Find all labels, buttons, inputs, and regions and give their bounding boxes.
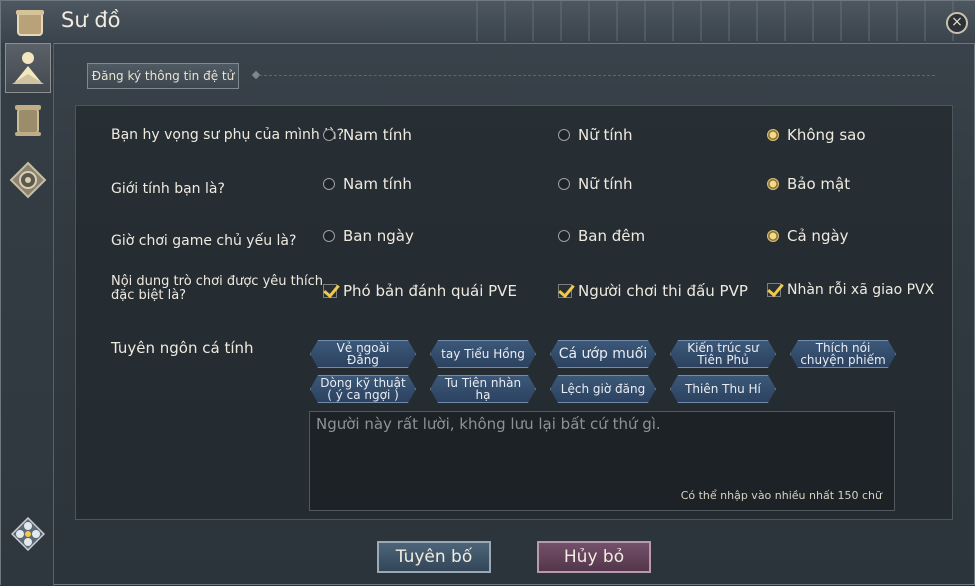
sidebar-item-scroll[interactable] bbox=[5, 95, 51, 145]
radio-circle[interactable] bbox=[323, 230, 335, 242]
checkbox-label: Nhàn rỗi xã giao PVX bbox=[787, 282, 935, 298]
tag-line: Lệch giờ đăng bbox=[560, 382, 646, 396]
window-title: Sư đồ bbox=[61, 8, 121, 32]
dialog-window: Sư đồ × Đăng ký thông tin đệ tử Bạn hy v… bbox=[0, 0, 975, 586]
scroll-icon bbox=[15, 105, 41, 136]
radio-own-private[interactable]: Bảo mật bbox=[767, 175, 850, 193]
tea-cup-icon bbox=[16, 10, 44, 36]
motto-tag[interactable]: Dòng kỹ thuật( ý ca ngợi ) bbox=[310, 375, 416, 403]
tag-line: tay Tiểu Hồng bbox=[441, 347, 525, 361]
radio-label: Cả ngày bbox=[787, 227, 849, 245]
sidebar-item-master-disciple[interactable] bbox=[5, 43, 51, 93]
motto-tag[interactable]: Lệch giờ đăng bbox=[550, 375, 656, 403]
motto-tag[interactable]: Thích nói chuyện phiếm bbox=[790, 340, 896, 368]
radio-label: Không sao bbox=[787, 126, 866, 144]
sidebar bbox=[1, 43, 54, 586]
tag-line: Đẳng bbox=[347, 353, 379, 367]
radio-time-day[interactable]: Ban ngày bbox=[323, 227, 414, 245]
tag-line: hạ bbox=[475, 388, 491, 402]
checkbox-pvp[interactable]: Người chơi thi đấu PVP bbox=[558, 282, 748, 300]
question-own-gender-label: Giới tính bạn là? bbox=[111, 181, 225, 197]
radio-circle-selected[interactable] bbox=[767, 230, 779, 242]
preference-label-line-2: đặc biệt là? bbox=[111, 288, 187, 303]
radio-label: Nữ tính bbox=[578, 126, 633, 144]
radio-master-any[interactable]: Không sao bbox=[767, 126, 866, 144]
radio-own-female[interactable]: Nữ tính bbox=[558, 175, 633, 193]
sidebar-item-settings[interactable] bbox=[5, 509, 51, 559]
radio-circle[interactable] bbox=[558, 230, 570, 242]
radio-circle-selected[interactable] bbox=[767, 178, 779, 190]
motto-textarea[interactable]: Người này rất lười, không lưu lại bất cứ… bbox=[309, 411, 895, 511]
declare-button[interactable]: Tuyên bố bbox=[377, 541, 491, 573]
radio-label: Bảo mật bbox=[787, 175, 851, 193]
preference-label-line-1: Nội dung trò chơi được yêu thích bbox=[111, 274, 323, 289]
tag-line: Thiên Thu Hí bbox=[685, 382, 761, 396]
motto-label: Tuyên ngôn cá tính bbox=[111, 339, 254, 357]
section-divider-line bbox=[259, 75, 935, 76]
radio-circle[interactable] bbox=[323, 129, 335, 141]
title-bar[interactable]: Sư đồ × bbox=[1, 1, 975, 44]
sidebar-item-emblem[interactable] bbox=[5, 155, 51, 205]
motto-placeholder: Người này rất lười, không lưu lại bất cứ… bbox=[316, 415, 661, 433]
radio-circle[interactable] bbox=[558, 178, 570, 190]
section-tab[interactable]: Đăng ký thông tin đệ tử bbox=[87, 63, 239, 89]
radio-label: Ban ngày bbox=[343, 227, 414, 245]
motto-tag[interactable]: Cá ướp muối bbox=[550, 340, 656, 368]
checkbox-pve[interactable]: Phó bản đánh quái PVE bbox=[323, 282, 517, 300]
motto-tag[interactable]: Vẻ ngoài Đẳng bbox=[310, 340, 416, 368]
tag-line: ( ý ca ngợi ) bbox=[327, 388, 399, 402]
question-play-time-label: Giờ chơi game chủ yếu là? bbox=[111, 233, 297, 249]
checkbox-pvx[interactable]: Nhàn rỗi xã giao PVX bbox=[767, 282, 934, 298]
tag-line: Cá ướp muối bbox=[558, 346, 648, 362]
radio-label: Nữ tính bbox=[578, 175, 633, 193]
radio-label: Ban đêm bbox=[578, 227, 646, 245]
radio-time-night[interactable]: Ban đêm bbox=[558, 227, 645, 245]
settings-flower-icon bbox=[11, 517, 45, 551]
emblem-icon bbox=[9, 161, 47, 199]
motto-tag[interactable]: tay Tiểu Hồng bbox=[430, 340, 536, 368]
tag-line: chuyện phiếm bbox=[800, 353, 886, 367]
question-master-gender-label: Bạn hy vọng sư phụ của mình là? bbox=[111, 127, 345, 143]
character-limit-text: Có thể nhập vào nhiều nhất 150 chữ bbox=[680, 489, 882, 502]
radio-master-male[interactable]: Nam tính bbox=[323, 126, 412, 144]
motto-tag[interactable]: Kiến trúc sư Tiên Phủ bbox=[670, 340, 776, 368]
radio-own-male[interactable]: Nam tính bbox=[323, 175, 412, 193]
radio-circle[interactable] bbox=[558, 129, 570, 141]
tag-line: Tiên Phủ bbox=[697, 353, 749, 367]
checkmark-icon[interactable] bbox=[767, 283, 781, 297]
radio-master-female[interactable]: Nữ tính bbox=[558, 126, 633, 144]
radio-circle-selected[interactable] bbox=[767, 129, 779, 141]
checkmark-icon[interactable] bbox=[323, 284, 337, 298]
checkmark-icon[interactable] bbox=[558, 284, 572, 298]
checkbox-label: Phó bản đánh quái PVE bbox=[343, 282, 517, 300]
motto-tag[interactable]: Thiên Thu Hí bbox=[670, 375, 776, 403]
master-disciple-icon bbox=[12, 52, 44, 84]
motto-tag[interactable]: Tu Tiên nhàn hạ bbox=[430, 375, 536, 403]
title-bar-decoration bbox=[476, 1, 975, 41]
radio-label: Nam tính bbox=[343, 175, 412, 193]
radio-time-all-day[interactable]: Cả ngày bbox=[767, 227, 849, 245]
cancel-button[interactable]: Hủy bỏ bbox=[537, 541, 651, 573]
radio-circle[interactable] bbox=[323, 178, 335, 190]
close-button[interactable]: × bbox=[946, 12, 968, 34]
checkbox-label: Người chơi thi đấu PVP bbox=[578, 282, 748, 300]
radio-label: Nam tính bbox=[343, 126, 412, 144]
question-preference-label: Nội dung trò chơi được yêu thích đặc biệ… bbox=[111, 275, 323, 303]
